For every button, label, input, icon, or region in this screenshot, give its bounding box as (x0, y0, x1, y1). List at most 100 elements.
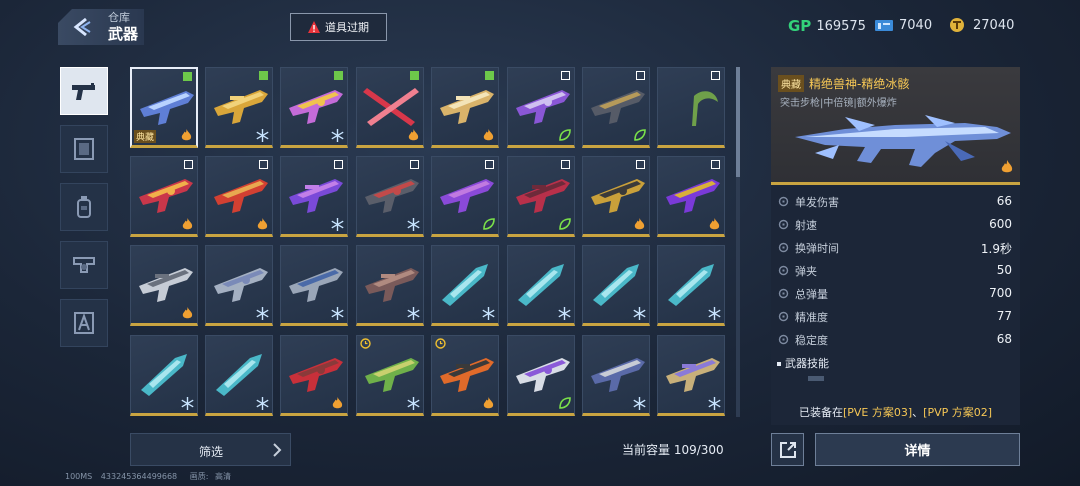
select-checkbox[interactable] (183, 72, 192, 81)
expired-items-button[interactable]: 道具过期 (290, 13, 387, 41)
weapon-slot[interactable] (431, 67, 499, 148)
weapon-slot[interactable] (507, 67, 575, 148)
fire-icon (182, 307, 193, 319)
weapon-slot[interactable] (205, 67, 273, 148)
weapon-slot[interactable] (582, 67, 650, 148)
weapon-slot[interactable] (582, 245, 650, 326)
tab-weapons[interactable] (60, 67, 108, 115)
weapon-image (795, 115, 1011, 167)
tab-frames[interactable] (60, 125, 108, 173)
weapon-slot[interactable] (582, 335, 650, 416)
weapon-image (666, 179, 720, 213)
weapon-slot[interactable] (205, 245, 273, 326)
chevron-right-icon (273, 443, 282, 457)
weapon-slot[interactable] (657, 335, 725, 416)
weapon-image (216, 354, 262, 396)
weapon-slot[interactable] (356, 245, 424, 326)
weapon-image (289, 90, 343, 124)
weapon-skill-slot[interactable] (808, 376, 824, 381)
page-title: 武器 (108, 25, 139, 43)
leaf-icon (483, 218, 495, 230)
stat-row: 精准度 77 (771, 305, 1020, 328)
weapon-slot[interactable] (280, 335, 348, 416)
weapon-skill-heading: 武器技能 (777, 355, 829, 371)
tickets-value: 7040 (899, 17, 933, 33)
snowflake-icon (331, 218, 344, 231)
weapon-image (440, 90, 494, 124)
weapon-slot[interactable] (130, 245, 198, 326)
snowflake-icon (407, 307, 420, 320)
select-checkbox[interactable] (410, 160, 419, 169)
weapon-slot[interactable] (130, 156, 198, 237)
grid-scrollbar[interactable] (736, 67, 740, 417)
select-checkbox[interactable] (711, 160, 720, 169)
weapon-image (518, 264, 564, 306)
stat-value: 50 (996, 263, 1012, 277)
weapon-slot[interactable] (356, 67, 424, 148)
weapon-slot[interactable] (431, 335, 499, 416)
snowflake-icon (331, 129, 344, 142)
equipped-in-text: 已装备在[PVE 方案03]、[PVP 方案02] (771, 404, 1020, 420)
weapon-slot[interactable] (657, 156, 725, 237)
select-checkbox[interactable] (334, 160, 343, 169)
weapon-image (141, 354, 187, 396)
weapon-detail-panel: 典藏 精绝兽神-精绝冰骸 突击步枪|中倍镜|额外爆炸 单发伤害 66 射速 600 换弹… (771, 67, 1020, 425)
stat-label: 总弹量 (795, 288, 828, 301)
weapon-slot[interactable] (507, 335, 575, 416)
stat-value: 66 (996, 194, 1012, 208)
select-checkbox[interactable] (636, 160, 645, 169)
stat-row: 射速 600 (771, 213, 1020, 236)
select-checkbox[interactable] (711, 71, 720, 80)
weapon-slot[interactable] (280, 156, 348, 237)
details-button[interactable]: 详情 (815, 433, 1020, 466)
leaf-icon (559, 218, 571, 230)
select-checkbox[interactable] (485, 71, 494, 80)
weapon-slot[interactable] (582, 156, 650, 237)
snowflake-icon (407, 218, 420, 231)
fire-icon (709, 218, 720, 230)
stat-value: 700 (989, 286, 1012, 300)
fire-icon (257, 218, 268, 230)
weapon-slot[interactable] (356, 335, 424, 416)
weapon-slot[interactable] (130, 335, 198, 416)
select-checkbox[interactable] (636, 71, 645, 80)
weapon-slot[interactable] (205, 335, 273, 416)
tab-throwables[interactable] (60, 183, 108, 231)
select-checkbox[interactable] (561, 71, 570, 80)
weapon-slot[interactable] (657, 245, 725, 326)
clock-icon (435, 338, 446, 349)
gp-icon: GP (788, 17, 812, 35)
equipped-pve-loadout: [PVE 方案03] (842, 406, 913, 419)
scrollbar-thumb[interactable] (736, 67, 740, 177)
select-checkbox[interactable] (259, 71, 268, 80)
select-checkbox[interactable] (259, 160, 268, 169)
weapon-slot[interactable] (205, 156, 273, 237)
fire-icon (332, 397, 343, 409)
tab-badges[interactable] (60, 241, 108, 289)
weapon-slot[interactable] (280, 67, 348, 148)
weapon-slot[interactable] (431, 245, 499, 326)
select-checkbox[interactable] (410, 71, 419, 80)
share-icon (780, 442, 796, 458)
share-button[interactable] (771, 433, 804, 466)
select-checkbox[interactable] (334, 71, 343, 80)
weapon-slot[interactable] (657, 67, 725, 148)
accuracy-icon (778, 311, 789, 322)
weapon-slot[interactable] (356, 156, 424, 237)
weapon-image (692, 91, 718, 126)
filter-button[interactable]: 筛选 (130, 433, 291, 466)
weapon-slot[interactable] (507, 156, 575, 237)
tab-characters[interactable] (60, 299, 108, 347)
weapon-slot[interactable] (507, 245, 575, 326)
weapon-slot[interactable] (280, 245, 348, 326)
weapon-slot[interactable] (431, 156, 499, 237)
select-checkbox[interactable] (561, 160, 570, 169)
stat-label: 精准度 (795, 311, 828, 324)
select-checkbox[interactable] (184, 160, 193, 169)
stat-row: 总弹量 700 (771, 282, 1020, 305)
weapon-image (214, 268, 268, 302)
weapon-slot[interactable]: 典藏 (130, 67, 198, 148)
equipped-prefix: 已装备在 (798, 406, 843, 419)
select-checkbox[interactable] (485, 160, 494, 169)
stat-label: 稳定度 (795, 334, 828, 347)
